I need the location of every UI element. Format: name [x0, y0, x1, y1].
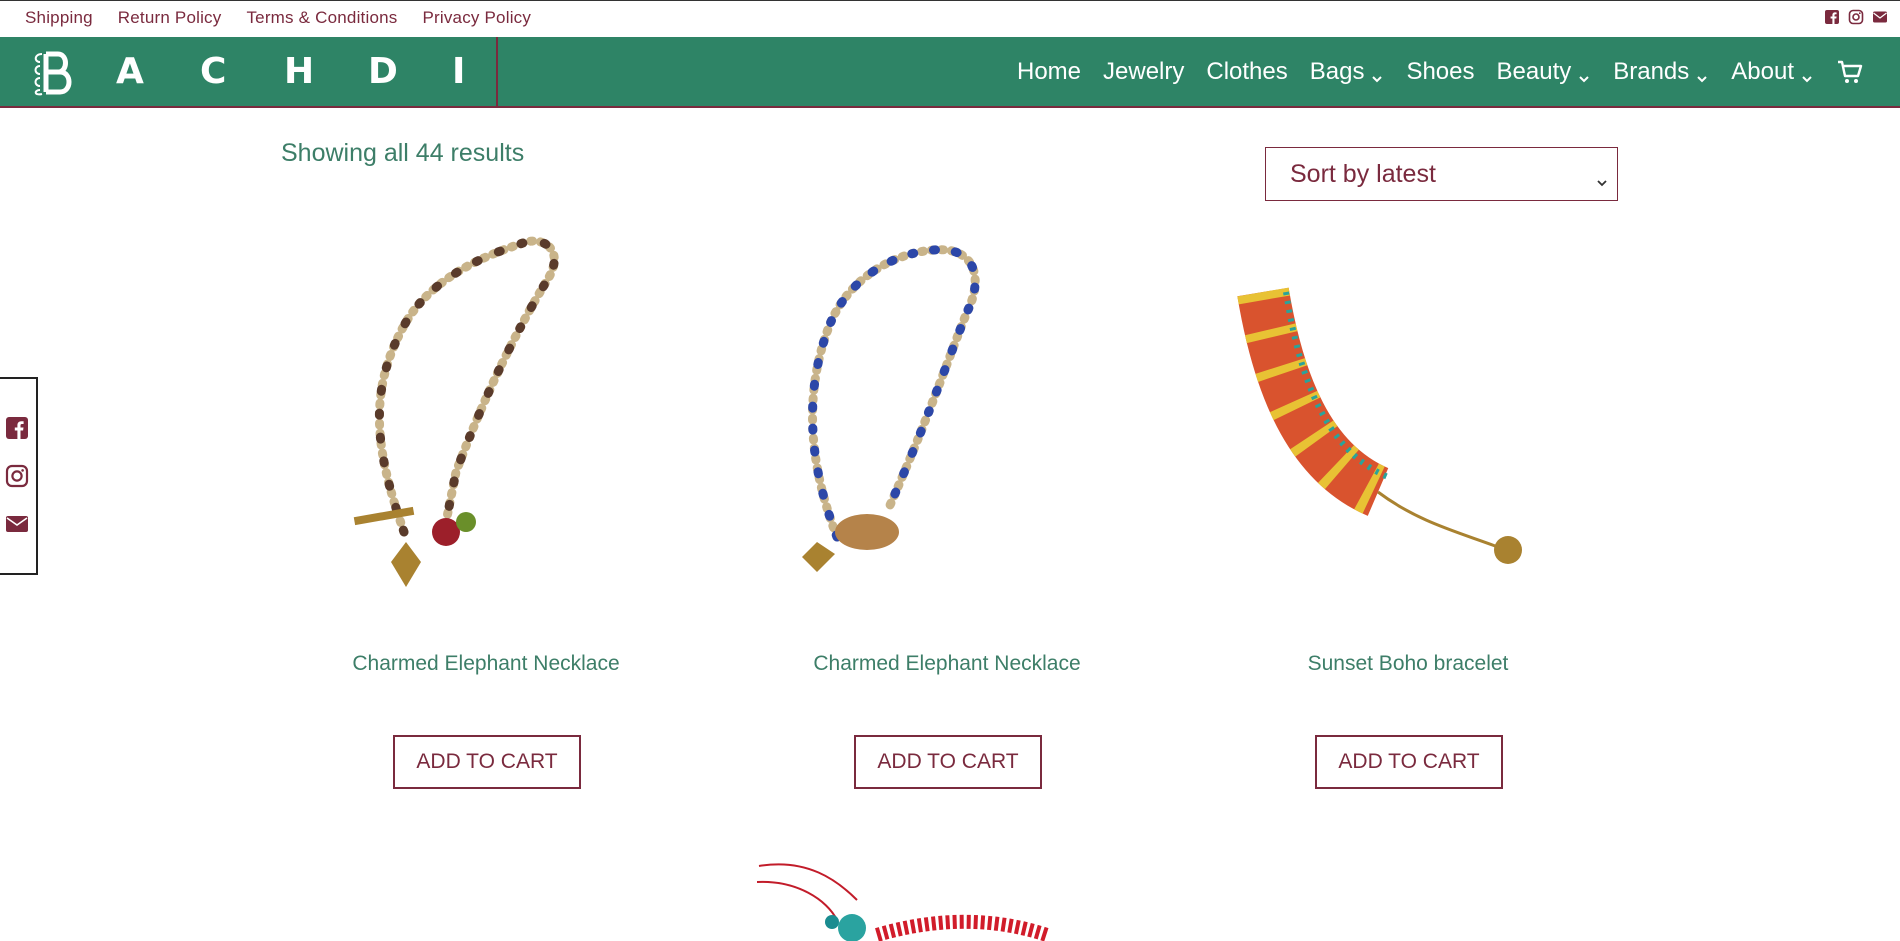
nav-bags[interactable]: Bags: [1310, 58, 1385, 86]
logo-monogram-icon: [28, 44, 78, 100]
product-title[interactable]: Sunset Boho bracelet: [1218, 652, 1598, 676]
nav-brands[interactable]: Brands: [1613, 58, 1709, 86]
nav-shoes-label: Shoes: [1406, 57, 1475, 85]
logo-letter: I: [452, 51, 466, 92]
nav-home[interactable]: Home: [1017, 58, 1081, 86]
main-nav: Home Jewelry Clothes Bags Shoes Beauty B…: [1017, 37, 1864, 106]
terms-link[interactable]: Terms & Conditions: [246, 8, 397, 28]
site-logo[interactable]: A C H D I: [28, 37, 498, 106]
nav-clothes-label: Clothes: [1206, 57, 1288, 85]
add-to-cart-button[interactable]: ADD TO CART: [854, 735, 1042, 789]
nav-beauty[interactable]: Beauty: [1497, 58, 1592, 86]
nav-bags-label: Bags: [1309, 57, 1365, 85]
top-utility-bar: Shipping Return Policy Terms & Condition…: [0, 0, 1900, 37]
results-count: Showing all 44 results: [281, 139, 525, 167]
envelope-icon[interactable]: [1872, 9, 1888, 25]
instagram-icon[interactable]: [5, 464, 29, 488]
top-social-icons: [1824, 9, 1888, 25]
logo-letter: H: [284, 51, 315, 92]
product-image[interactable]: [756, 860, 1137, 941]
return-policy-link[interactable]: Return Policy: [118, 8, 222, 28]
chevron-down-icon: [1800, 65, 1814, 82]
facebook-icon[interactable]: [5, 416, 29, 440]
product-title[interactable]: Charmed Elephant Necklace: [296, 652, 676, 676]
instagram-icon[interactable]: [1848, 9, 1864, 25]
cart-icon[interactable]: [1836, 58, 1864, 86]
envelope-icon[interactable]: [5, 512, 29, 536]
chevron-down-icon: [1595, 168, 1609, 187]
main-header: A C H D I Home Jewelry Clothes Bags Shoe…: [0, 37, 1900, 108]
nav-clothes[interactable]: Clothes: [1206, 58, 1287, 86]
nav-brands-label: Brands: [1613, 57, 1690, 85]
nav-jewelry-label: Jewelry: [1103, 57, 1185, 85]
nav-about[interactable]: About: [1731, 58, 1814, 86]
chevron-down-icon: [1577, 65, 1591, 82]
logo-letters: A C H D I: [116, 51, 536, 92]
nav-home-label: Home: [1016, 57, 1082, 85]
add-to-cart-button[interactable]: ADD TO CART: [393, 735, 581, 789]
nav-about-label: About: [1731, 57, 1794, 85]
privacy-policy-link[interactable]: Privacy Policy: [422, 8, 531, 28]
sort-select-value: Sort by latest: [1290, 159, 1436, 188]
product-image[interactable]: [757, 232, 1137, 607]
logo-letter: C: [200, 51, 227, 92]
shipping-link[interactable]: Shipping: [25, 8, 93, 28]
logo-letter: A: [116, 51, 144, 92]
nav-jewelry[interactable]: Jewelry: [1103, 58, 1184, 86]
product-image[interactable]: [296, 232, 676, 607]
logo-letter: D: [368, 51, 398, 92]
product-title[interactable]: Charmed Elephant Necklace: [757, 652, 1137, 676]
floating-social-bar: [0, 377, 38, 575]
nav-beauty-label: Beauty: [1496, 57, 1572, 85]
product-image[interactable]: [1218, 232, 1598, 607]
facebook-icon[interactable]: [1824, 9, 1840, 25]
sort-select[interactable]: Sort by latest: [1265, 147, 1618, 201]
utility-links: Shipping Return Policy Terms & Condition…: [25, 8, 531, 28]
nav-shoes[interactable]: Shoes: [1406, 58, 1474, 86]
add-to-cart-button[interactable]: ADD TO CART: [1315, 735, 1503, 789]
chevron-down-icon: [1695, 65, 1709, 82]
chevron-down-icon: [1370, 65, 1384, 82]
